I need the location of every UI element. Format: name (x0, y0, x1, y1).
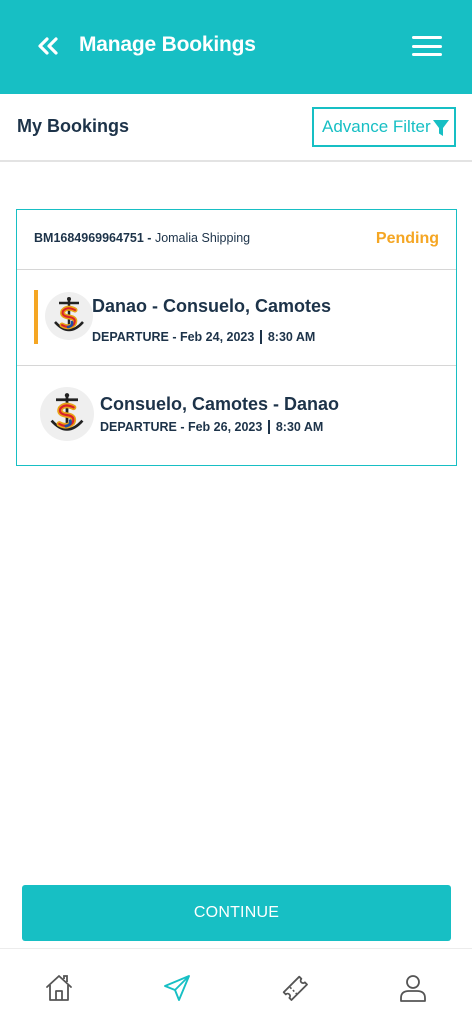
nav-tickets[interactable] (279, 971, 311, 1005)
departure-date: DEPARTURE - Feb 24, 2023 (92, 330, 255, 344)
booking-reference: BM1684969964751 - Jomalia Shipping (34, 231, 250, 245)
booking-id: BM1684969964751 (34, 231, 144, 245)
trip-route: Consuelo, Camotes - Danao (100, 394, 340, 414)
app-header: Manage Bookings (0, 0, 472, 94)
continue-button[interactable]: CONTINUE (22, 885, 451, 941)
menu-button[interactable] (412, 34, 442, 58)
section-header: My Bookings Advance Filter (0, 94, 472, 162)
booking-card-header: BM1684969964751 - Jomalia Shipping Pendi… (17, 210, 456, 270)
departure-time: 8:30 AM (275, 420, 324, 434)
divider (260, 329, 262, 344)
trip-item[interactable]: Danao - Consuelo, Camotes DEPARTURE - Fe… (17, 270, 456, 366)
bottom-navigation (0, 948, 472, 1024)
departure-date: DEPARTURE - Feb 26, 2023 (100, 420, 263, 434)
advance-filter-label: Advance Filter (322, 117, 431, 136)
shipping-logo-icon (45, 292, 93, 340)
trip-item[interactable]: Consuelo, Camotes - Danao DEPARTURE - Fe… (17, 366, 456, 465)
hamburger-menu-icon (412, 36, 442, 39)
home-icon (46, 975, 72, 1001)
send-icon (164, 975, 190, 1001)
profile-icon (400, 975, 426, 1002)
booking-card[interactable]: BM1684969964751 - Jomalia Shipping Pendi… (16, 209, 457, 466)
nav-send[interactable] (161, 971, 193, 1005)
selected-indicator (34, 290, 38, 344)
back-button[interactable] (34, 33, 62, 59)
nav-profile[interactable] (397, 971, 429, 1005)
trip-departure: DEPARTURE - Feb 24, 2023 8:30 AM (92, 329, 316, 345)
advance-filter-button[interactable]: Advance Filter (312, 107, 456, 147)
double-chevron-left-icon (38, 37, 58, 55)
trip-departure: DEPARTURE - Feb 26, 2023 8:30 AM (100, 419, 324, 435)
status-badge: Pending (375, 230, 439, 247)
nav-home[interactable] (43, 971, 75, 1005)
departure-time: 8:30 AM (267, 330, 316, 344)
page-title: Manage Bookings (79, 33, 256, 56)
shipping-logo-icon (40, 387, 94, 441)
booking-id-separator: - (143, 231, 155, 245)
section-title: My Bookings (17, 116, 130, 136)
shipping-company: Jomalia Shipping (154, 231, 251, 245)
trip-route: Danao - Consuelo, Camotes (92, 296, 332, 316)
divider (268, 419, 270, 434)
ticket-icon (282, 975, 308, 1001)
funnel-icon (433, 120, 449, 136)
